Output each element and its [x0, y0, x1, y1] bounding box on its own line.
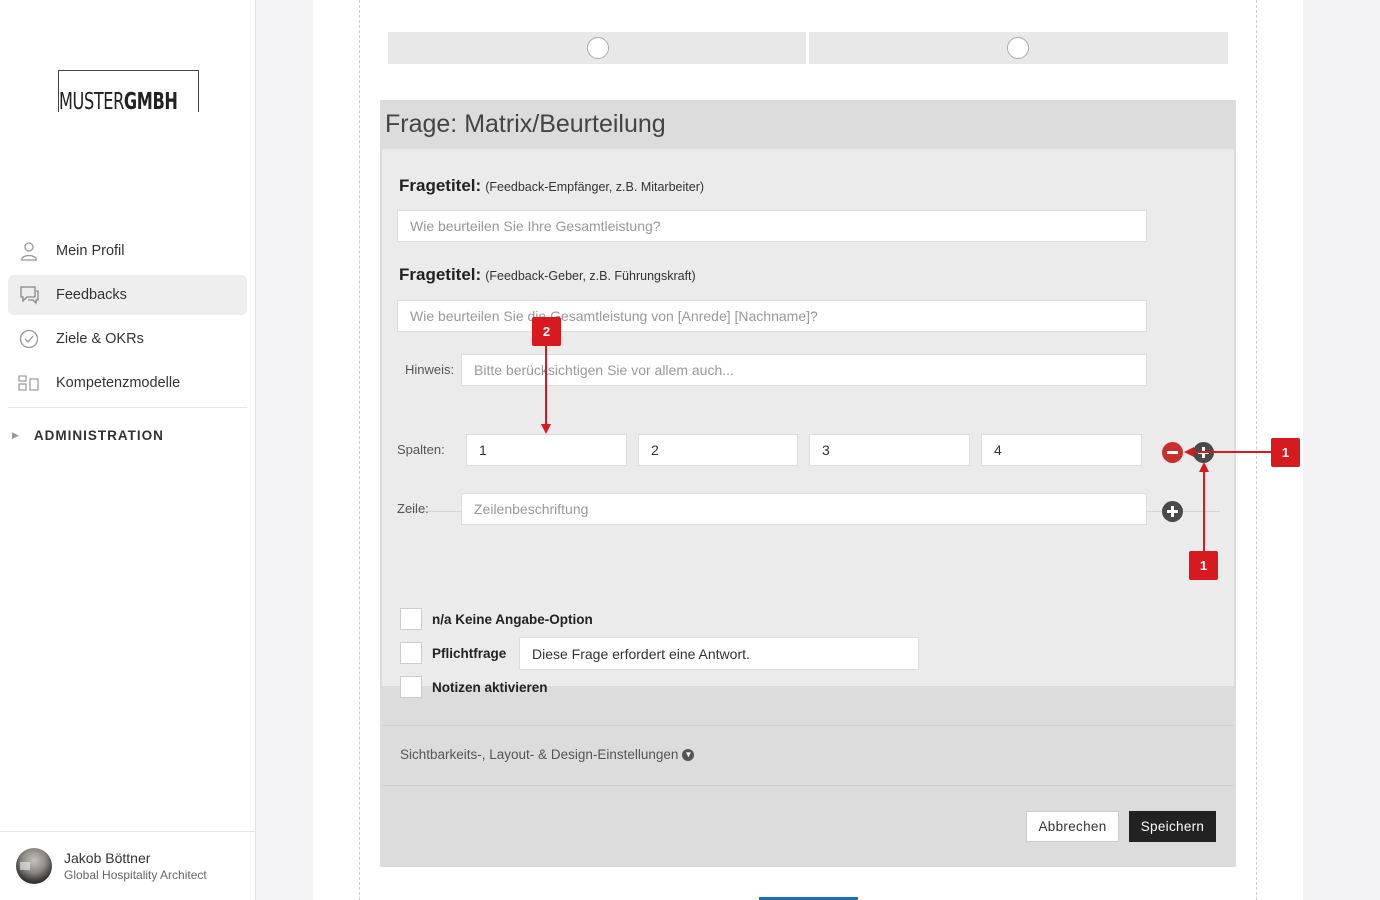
section-divider [382, 725, 1234, 726]
radio-button[interactable] [1007, 37, 1029, 59]
radio-button[interactable] [587, 37, 609, 59]
column-input-3[interactable]: 3 [809, 434, 970, 466]
required-label: Pflichtfrage [432, 645, 507, 661]
add-column-button[interactable] [1193, 442, 1214, 463]
panel-header: Frage: Matrix/Beurteilung [380, 100, 1236, 148]
company-logo[interactable]: MUSTERGMBH [58, 70, 199, 115]
nav-item-ziele-okrs[interactable]: Ziele & OKRs [8, 319, 247, 359]
administration-toggle[interactable]: ▶ ADMINISTRATION [12, 428, 164, 443]
chat-icon [18, 284, 40, 306]
notes-label: Notizen aktivieren [432, 679, 548, 695]
user-icon [18, 240, 40, 262]
minus-icon [1167, 451, 1178, 454]
annotation-badge-1: 1 [1271, 438, 1300, 467]
settings-label: Sichtbarkeits-, Layout- & Design-Einstel… [400, 747, 679, 762]
panel-title: Frage: Matrix/Beurteilung [385, 109, 666, 138]
sidebar: MUSTERGMBH Mein Profil Feedbacks Ziele &… [0, 0, 256, 900]
row-label: Zeile: [397, 501, 429, 516]
avatar [16, 848, 52, 884]
cancel-button[interactable]: Abbrechen [1026, 811, 1119, 842]
column-input-1[interactable]: 1 [466, 434, 627, 466]
main-nav: Mein Profil Feedbacks Ziele & OKRs Kompe… [8, 231, 247, 408]
user-name: Jakob Böttner [64, 849, 151, 866]
matrix-cell [809, 32, 1228, 64]
row-label-input[interactable]: Zeilenbeschriftung [461, 493, 1147, 525]
nav-item-kompetenzmodelle[interactable]: Kompetenzmodelle [8, 363, 247, 403]
question-settings: Fragetitel: (Feedback-Empfänger, z.B. Mi… [382, 149, 1234, 686]
notes-row: Notizen aktivieren [400, 676, 548, 698]
na-option-checkbox[interactable] [400, 608, 422, 630]
user-profile[interactable]: Jakob Böttner Global Hospitality Archite… [16, 848, 207, 884]
nav-label: Kompetenzmodelle [56, 375, 181, 391]
nav-item-mein-profil[interactable]: Mein Profil [8, 231, 247, 271]
title1-label-group: Fragetitel: (Feedback-Empfänger, z.B. Mi… [399, 176, 704, 196]
annotation-badge-2: 2 [532, 317, 561, 346]
title1-hint: (Feedback-Empfänger, z.B. Mitarbeiter) [485, 180, 705, 194]
settings-toggle[interactable]: Sichtbarkeits-, Layout- & Design-Einstel… [400, 747, 695, 762]
user-role: Global Hospitality Architect [64, 867, 207, 882]
hint-label: Hinweis: [405, 362, 455, 377]
nav-label: Ziele & OKRs [56, 331, 144, 347]
hint-input[interactable]: Bitte berücksichtigen Sie vor allem auch… [461, 354, 1147, 386]
na-option-row: n/a Keine Angabe-Option [400, 608, 593, 630]
title1-label: Fragetitel: [399, 176, 482, 195]
required-checkbox[interactable] [400, 642, 422, 664]
question-editor-panel: Frage: Matrix/Beurteilung Fragetitel: (F… [380, 100, 1236, 867]
logo-text-muster: MUSTER [59, 89, 124, 115]
dashed-guide-right [1256, 0, 1257, 900]
remove-column-button[interactable] [1162, 442, 1183, 463]
title-giver-input[interactable]: Wie beurteilen Sie die Gesamtleistung vo… [397, 300, 1147, 332]
title-receiver-input[interactable]: Wie beurteilen Sie Ihre Gesamtleistung? [397, 210, 1147, 242]
user-divider [0, 831, 256, 832]
add-row-button[interactable] [1162, 501, 1183, 522]
title2-label: Fragetitel: [399, 265, 482, 284]
dashed-guide-left [359, 0, 360, 900]
section-divider [382, 785, 1234, 786]
admin-label: ADMINISTRATION [33, 428, 164, 443]
right-margin [1303, 0, 1380, 900]
column-input-2[interactable]: 2 [638, 434, 798, 466]
chevron-down-icon: ▼ [682, 748, 695, 761]
title2-hint: (Feedback-Geber, z.B. Führungskraft) [485, 269, 696, 283]
nav-label: Feedbacks [56, 287, 127, 303]
nav-divider [8, 407, 247, 408]
title2-label-group: Fragetitel: (Feedback-Geber, z.B. Führun… [399, 265, 696, 285]
columns-label: Spalten: [397, 442, 445, 457]
column-input-4[interactable]: 4 [981, 434, 1142, 466]
notes-checkbox[interactable] [400, 676, 422, 698]
required-message-input[interactable]: Diese Frage erfordert eine Antwort. [519, 637, 919, 670]
na-option-label: n/a Keine Angabe-Option [432, 611, 593, 627]
matrix-cell [388, 32, 806, 64]
save-button[interactable]: Speichern [1129, 811, 1216, 842]
nav-item-feedbacks[interactable]: Feedbacks [8, 275, 247, 315]
grid-icon [18, 372, 40, 394]
check-circle-icon [18, 328, 40, 350]
nav-label: Mein Profil [56, 243, 125, 259]
annotation-badge-1: 1 [1189, 551, 1218, 580]
required-row: Pflichtfrage [400, 642, 506, 664]
logo-text-gmbh: GMBH [123, 89, 178, 115]
caret-right-icon: ▶ [12, 430, 19, 440]
